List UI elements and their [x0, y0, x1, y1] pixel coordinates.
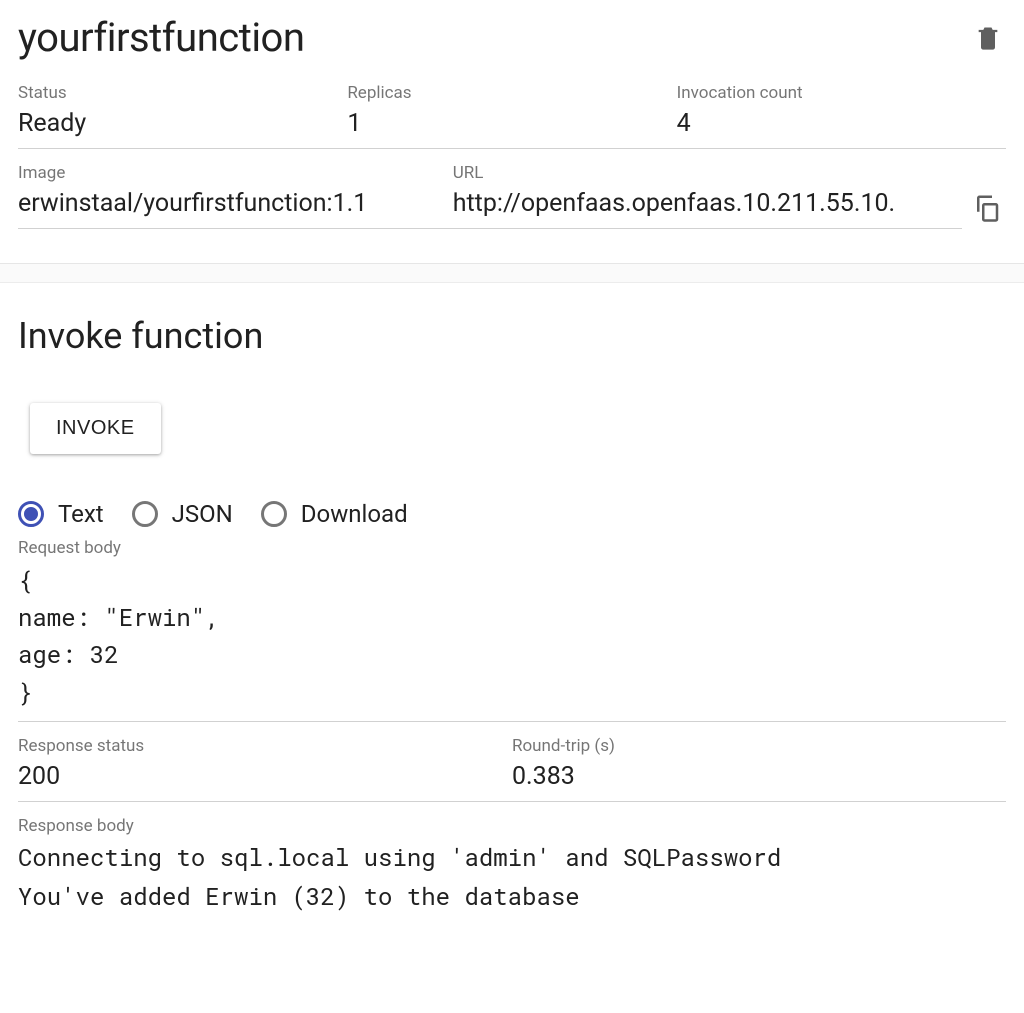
radio-download-label: Download — [301, 500, 408, 528]
trash-icon — [974, 24, 1002, 52]
status-field: Status Ready — [18, 83, 347, 149]
invoke-section: Invoke function INVOKE Text JSON Downloa… — [0, 283, 1024, 957]
invocation-count-value: 4 — [677, 109, 1006, 138]
round-trip-label: Round-trip (s) — [512, 736, 1006, 756]
replicas-field: Replicas 1 — [347, 83, 676, 149]
request-body-input[interactable]: { name: "Erwin", age: 32 } — [18, 560, 1006, 722]
response-meta-row: Response status 200 Round-trip (s) 0.383 — [18, 736, 1006, 802]
radio-text[interactable]: Text — [18, 500, 104, 528]
radio-download[interactable]: Download — [261, 500, 408, 528]
replicas-label: Replicas — [347, 83, 676, 103]
response-status-label: Response status — [18, 736, 512, 756]
url-field: URL http://openfaas.openfaas.10.211.55.1… — [453, 163, 962, 229]
request-body-label: Request body — [18, 538, 1006, 558]
output-format-radio-group: Text JSON Download — [18, 500, 1006, 528]
round-trip-value: 0.383 — [512, 762, 1006, 791]
title-row: yourfirstfunction — [18, 14, 1006, 61]
radio-json[interactable]: JSON — [132, 500, 233, 528]
status-label: Status — [18, 83, 347, 103]
stats-row: Status Ready Replicas 1 Invocation count… — [18, 83, 1006, 149]
copy-icon — [972, 193, 1002, 223]
status-value: Ready — [18, 109, 347, 138]
image-label: Image — [18, 163, 453, 183]
invocation-count-label: Invocation count — [677, 83, 1006, 103]
response-body-value: Connecting to sql.local using 'admin' an… — [18, 838, 1006, 917]
image-url-row: Image erwinstaal/yourfirstfunction:1.1 U… — [18, 163, 1006, 229]
invoke-button[interactable]: INVOKE — [30, 403, 161, 454]
response-body-label: Response body — [18, 816, 1006, 836]
response-status-value: 200 — [18, 762, 512, 791]
round-trip-field: Round-trip (s) 0.383 — [512, 736, 1006, 802]
url-label: URL — [453, 163, 962, 183]
image-value: erwinstaal/yourfirstfunction:1.1 — [18, 189, 453, 218]
function-header: yourfirstfunction Status Ready Replicas … — [0, 0, 1024, 229]
radio-text-label: Text — [58, 500, 104, 528]
radio-icon — [132, 501, 158, 527]
response-status-field: Response status 200 — [18, 736, 512, 802]
replicas-value: 1 — [347, 109, 676, 138]
response-body-field: Response body Connecting to sql.local us… — [18, 816, 1006, 917]
radio-icon — [261, 501, 287, 527]
invoke-section-title: Invoke function — [18, 315, 1006, 357]
request-body-field: Request body { name: "Erwin", age: 32 } — [18, 538, 1006, 722]
radio-json-label: JSON — [172, 500, 233, 528]
invocation-count-field: Invocation count 4 — [677, 83, 1006, 149]
radio-icon — [18, 501, 44, 527]
section-divider — [0, 263, 1024, 283]
copy-url-button[interactable] — [962, 193, 1006, 229]
function-title: yourfirstfunction — [18, 14, 304, 61]
url-value: http://openfaas.openfaas.10.211.55.10. — [453, 189, 962, 218]
delete-button[interactable] — [970, 20, 1006, 56]
image-field: Image erwinstaal/yourfirstfunction:1.1 — [18, 163, 453, 229]
